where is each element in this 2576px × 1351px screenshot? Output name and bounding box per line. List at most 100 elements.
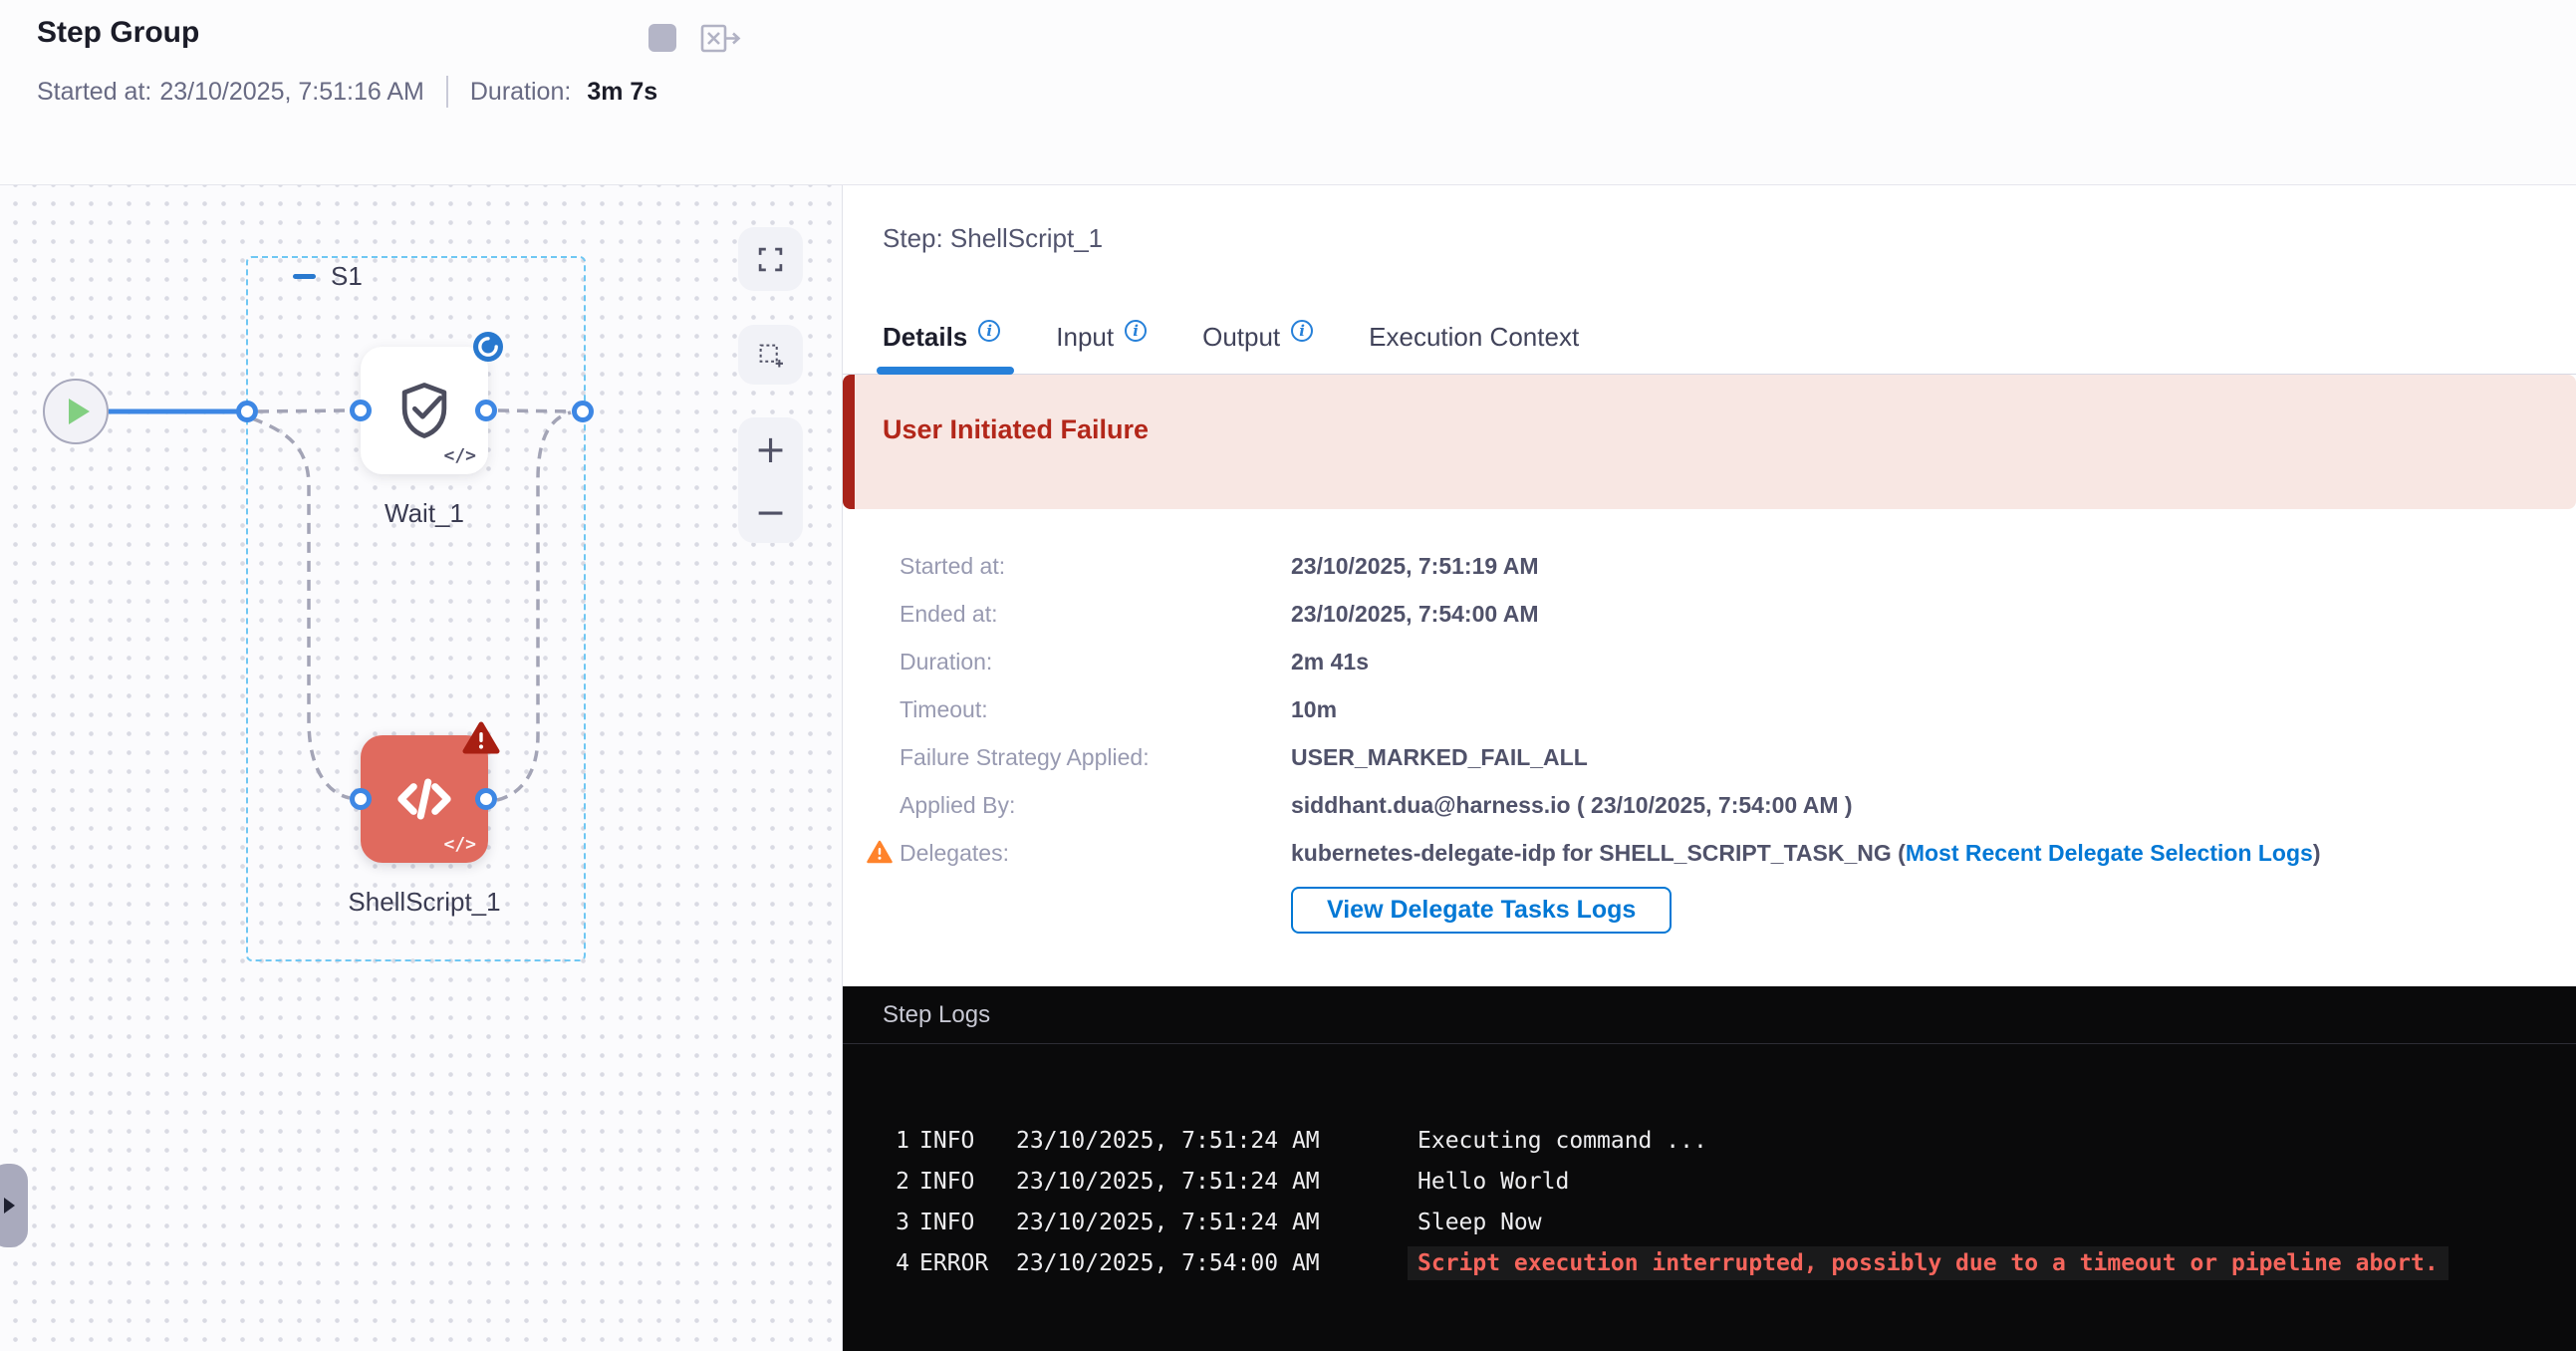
step-title: Step: ShellScript_1 — [883, 223, 1103, 254]
log-level: INFO — [919, 1128, 1016, 1154]
log-timestamp: 23/10/2025, 7:51:24 AM — [1016, 1169, 1417, 1195]
meta-divider — [446, 76, 448, 108]
node-wait-1[interactable]: </> — [361, 347, 488, 474]
view-delegate-tasks-logs-button[interactable]: View Delegate Tasks Logs — [1291, 887, 1672, 934]
node-shellscript-1[interactable]: </> — [361, 735, 488, 863]
log-line-number: 3 — [883, 1210, 909, 1235]
detail-value: 23/10/2025, 7:54:00 AM — [1291, 601, 1538, 628]
execution-meta: Started at: 23/10/2025, 7:51:16 AM Durat… — [37, 76, 657, 108]
step-logs-panel: Step Logs 1INFO23/10/2025, 7:51:24 AMExe… — [843, 986, 2576, 1351]
fit-to-screen-icon — [757, 246, 784, 273]
log-message: Sleep Now — [1417, 1210, 1542, 1235]
warning-icon — [867, 840, 893, 870]
step-logs-header: Step Logs — [843, 986, 2576, 1044]
zoom-in-button[interactable]: + — [755, 430, 787, 468]
step-group-square-icon[interactable] — [648, 24, 676, 52]
started-at-value: 23/10/2025, 7:51:16 AM — [159, 78, 424, 107]
fit-to-screen-button[interactable] — [738, 227, 803, 291]
canvas-drawer-handle[interactable] — [0, 1164, 28, 1247]
node-port — [572, 401, 594, 422]
log-message: Hello World — [1417, 1169, 1569, 1195]
node-port — [350, 400, 372, 421]
tab-execution-context[interactable]: Execution Context — [1369, 301, 1579, 375]
tab-label: Input — [1056, 322, 1114, 353]
node-label-shellscript-1: ShellScript_1 — [295, 887, 554, 918]
pipeline-start-node[interactable] — [43, 379, 109, 444]
tab-input[interactable]: Inputi — [1056, 301, 1147, 375]
log-timestamp: 23/10/2025, 7:51:24 AM — [1016, 1210, 1417, 1235]
detail-row: Duration:2m 41s — [843, 638, 2576, 685]
selection-mode-button[interactable] — [738, 325, 803, 385]
exit-node-icon[interactable] — [700, 21, 741, 61]
failed-status-icon — [462, 721, 500, 760]
detail-value: 23/10/2025, 7:51:19 AM — [1291, 553, 1538, 580]
info-icon[interactable]: i — [1291, 320, 1313, 342]
detail-row: Started at:23/10/2025, 7:51:19 AM — [843, 542, 2576, 590]
shield-check-icon — [390, 377, 458, 444]
detail-label: Failure Strategy Applied: — [900, 744, 1291, 771]
zoom-controls: + − — [738, 417, 803, 543]
arrow-right-icon — [4, 1198, 15, 1214]
log-line: 1INFO23/10/2025, 7:51:24 AMExecuting com… — [883, 1120, 2576, 1161]
info-icon[interactable]: i — [978, 320, 1000, 342]
detail-label: Started at: — [900, 553, 1291, 580]
detail-label: Delegates: — [900, 840, 1291, 867]
duration-value: 3m 7s — [587, 78, 657, 107]
log-line: 4 ERROR23/10/2025, 7:54:00 AMScript execu… — [883, 1242, 2576, 1283]
log-level: INFO — [919, 1169, 1016, 1195]
code-glyph: </> — [443, 834, 476, 855]
log-console[interactable]: 1INFO23/10/2025, 7:51:24 AMExecuting com… — [843, 1044, 2576, 1283]
detail-value: siddhant.dua@harness.io ( 23/10/2025, 7:… — [1291, 792, 1853, 819]
pipeline-canvas[interactable]: S1 </> Wait_1 </> — [0, 185, 843, 1351]
delegate-selection-logs-link[interactable]: Most Recent Delegate Selection Logs — [1906, 840, 2313, 866]
detail-value: kubernetes-delegate-idp for SHELL_SCRIPT… — [1291, 840, 2321, 867]
tab-output[interactable]: Outputi — [1202, 301, 1313, 375]
log-line: 3 INFO23/10/2025, 7:51:24 AMSleep Now — [883, 1202, 2576, 1242]
zoom-out-button[interactable]: − — [755, 493, 787, 531]
log-line: 2 INFO23/10/2025, 7:51:24 AMHello World — [883, 1161, 2576, 1202]
collapse-group-icon[interactable] — [293, 274, 316, 279]
detail-label: Ended at: — [900, 601, 1291, 628]
tab-bar: DetailsiInputiOutputiExecution Context — [843, 301, 2576, 375]
log-message: Executing command ... — [1417, 1128, 1707, 1154]
log-line-number: 1 — [883, 1128, 909, 1154]
detail-value: USER_MARKED_FAIL_ALL — [1291, 744, 1588, 771]
details-list: Started at:23/10/2025, 7:51:19 AMEnded a… — [843, 542, 2576, 934]
page-title: Step Group — [37, 16, 199, 50]
duration-label: Duration: — [470, 78, 571, 107]
log-level: INFO — [919, 1210, 1016, 1235]
started-at-label: Started at: — [37, 78, 151, 107]
log-line-number: 4 — [883, 1250, 909, 1276]
detail-row: Timeout:10m — [843, 685, 2576, 733]
tab-details[interactable]: Details i — [883, 301, 1000, 375]
log-message: Script execution interrupted, possibly d… — [1408, 1246, 2448, 1280]
log-timestamp: 23/10/2025, 7:54:00 AM — [1016, 1250, 1417, 1276]
node-port — [236, 401, 258, 422]
error-banner: User Initiated Failure — [843, 375, 2576, 509]
detail-value: 10m — [1291, 696, 1337, 723]
detail-label: Timeout: — [900, 696, 1291, 723]
shell-script-icon — [387, 762, 461, 836]
running-status-icon — [473, 332, 503, 362]
group-label: S1 — [331, 261, 363, 292]
step-details-panel: Step: ShellScript_1 DetailsiInputiOutput… — [843, 185, 2576, 1351]
step-group-s1-header: S1 — [293, 261, 363, 292]
detail-row: Failure Strategy Applied:USER_MARKED_FAI… — [843, 733, 2576, 781]
tab-label: Execution Context — [1369, 322, 1579, 353]
tab-label: Output — [1202, 322, 1280, 353]
node-label-wait-1: Wait_1 — [325, 498, 524, 529]
detail-label: Applied By: — [900, 792, 1291, 819]
node-port — [475, 400, 497, 421]
log-level: ERROR — [919, 1250, 1016, 1276]
tab-label: Details — [883, 322, 967, 353]
code-glyph: </> — [443, 445, 476, 466]
log-line-number: 2 — [883, 1169, 909, 1195]
header: Step Group Started at: 23/10/2025, 7:51:… — [0, 0, 2576, 185]
info-icon[interactable]: i — [1125, 320, 1147, 342]
detail-row: Ended at:23/10/2025, 7:54:00 AM — [843, 590, 2576, 638]
play-icon — [69, 399, 90, 424]
error-banner-title: User Initiated Failure — [883, 414, 2576, 445]
node-port — [350, 788, 372, 810]
detail-label: Duration: — [900, 649, 1291, 676]
detail-value: 2m 41s — [1291, 649, 1369, 676]
